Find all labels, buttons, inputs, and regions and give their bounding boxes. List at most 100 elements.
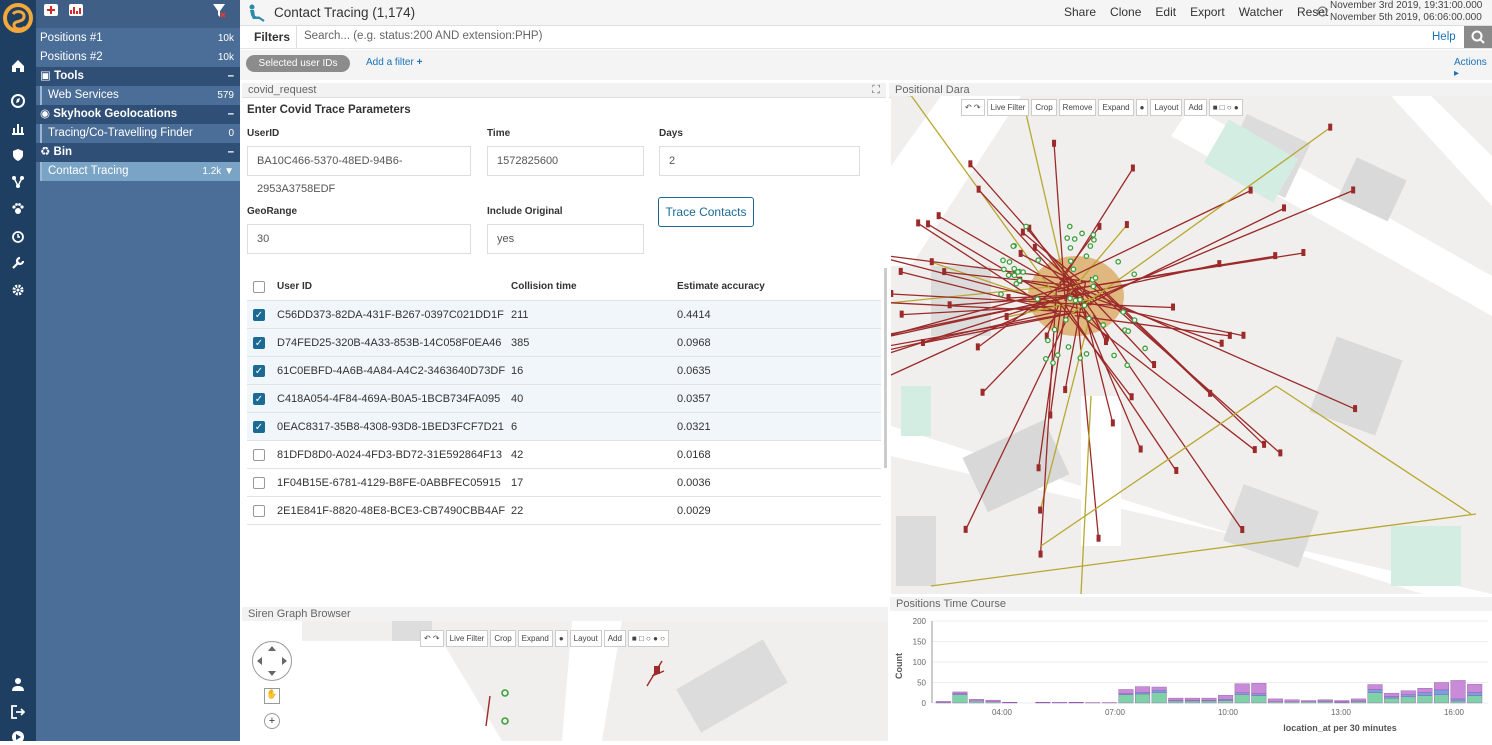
column-header[interactable]: Estimate accuracy: [677, 273, 765, 301]
person-node-icon[interactable]: [1301, 249, 1305, 256]
table-row[interactable]: 81DFD8D0-A024-4FD3-BD72-31E592864F13420.…: [247, 441, 881, 469]
sidebar-item-positions-2[interactable]: Positions #210k: [36, 48, 240, 67]
export-button[interactable]: Export: [1190, 5, 1225, 19]
map-marker[interactable]: [1093, 276, 1097, 280]
map-marker[interactable]: [1078, 298, 1082, 302]
table-row[interactable]: ✓0EAC8317-35B8-4308-93D8-1BED3FCF7D2160.…: [247, 413, 881, 441]
map-marker[interactable]: [1036, 258, 1040, 262]
graph-browser[interactable]: ✋ + ↶ ↷ Live Filter Crop Expand ● Layout…: [242, 621, 888, 741]
wrench-icon[interactable]: [10, 255, 26, 271]
person-node-icon[interactable]: [1111, 419, 1115, 426]
map-marker[interactable]: [1082, 303, 1086, 307]
person-node-icon[interactable]: [921, 339, 925, 346]
map-marker[interactable]: [1087, 316, 1091, 320]
person-node-icon[interactable]: [1351, 186, 1355, 193]
expand-button[interactable]: Expand: [1098, 99, 1133, 116]
map-marker[interactable]: [1132, 318, 1136, 322]
map-marker[interactable]: [1024, 224, 1028, 228]
map-canvas[interactable]: [891, 96, 1492, 594]
scrollbar[interactable]: [884, 268, 887, 468]
add-button[interactable]: Add: [604, 630, 626, 647]
person-node-icon[interactable]: [1171, 304, 1175, 311]
person-node-icon[interactable]: [1253, 446, 1257, 453]
person-node-icon[interactable]: [1131, 165, 1135, 172]
add-button[interactable]: Add: [1184, 99, 1206, 116]
map-marker[interactable]: [1116, 260, 1120, 264]
filter-funnel-icon[interactable]: [212, 3, 226, 22]
person-node-icon[interactable]: [1282, 204, 1286, 211]
map-marker[interactable]: [1001, 258, 1005, 262]
person-node-icon[interactable]: [916, 219, 920, 226]
hand-icon[interactable]: ✋: [264, 688, 280, 704]
map-marker[interactable]: [1007, 260, 1011, 264]
include-original-input[interactable]: yes: [487, 224, 644, 254]
map-marker[interactable]: [1101, 323, 1105, 327]
crop-button[interactable]: Crop: [490, 630, 515, 647]
map-marker[interactable]: [1052, 327, 1056, 331]
person-node-icon[interactable]: [937, 212, 941, 219]
person-node-icon[interactable]: [1328, 124, 1332, 131]
add-dashboard-icon[interactable]: [44, 4, 58, 16]
map-marker[interactable]: [1088, 244, 1092, 248]
table-row[interactable]: ✓C56DD373-82DA-431F-B267-0397C021DD1F211…: [247, 301, 881, 329]
map-marker[interactable]: [1143, 346, 1147, 350]
person-node-icon[interactable]: [1130, 393, 1134, 400]
map-marker[interactable]: [1112, 353, 1116, 357]
map-extra-tools[interactable]: ■ □ ○ ●: [1209, 99, 1243, 116]
person-node-icon[interactable]: [899, 268, 903, 275]
play-icon[interactable]: [10, 729, 26, 745]
dashboard-chart-icon[interactable]: [69, 4, 83, 16]
paw-icon[interactable]: [10, 201, 26, 217]
undo-button[interactable]: ↶ ↷: [420, 630, 444, 647]
expand-button[interactable]: Expand: [518, 630, 553, 647]
search-input[interactable]: Search... (e.g. status:200 AND extension…: [304, 30, 542, 42]
person-node-icon[interactable]: [1038, 507, 1042, 514]
zoom-in-icon[interactable]: +: [264, 713, 280, 729]
person-node-icon[interactable]: [1278, 449, 1282, 456]
map-marker[interactable]: [1016, 270, 1020, 274]
row-checkbox[interactable]: ✓: [253, 365, 265, 377]
map-marker[interactable]: [1035, 297, 1039, 301]
collapse-icon[interactable]: –: [228, 67, 234, 86]
live-filter-button[interactable]: Live Filter: [446, 630, 489, 647]
row-checkbox[interactable]: ✓: [253, 309, 265, 321]
map-marker[interactable]: [1051, 361, 1055, 365]
map-marker[interactable]: [1066, 345, 1070, 349]
sidebar-group-skyhook[interactable]: ◉ Skyhook Geolocations–: [36, 105, 240, 124]
sidebar-item-contact-tracing[interactable]: Contact Tracing1.2k ▼: [40, 162, 240, 181]
person-node-icon[interactable]: [1228, 332, 1232, 339]
filter-pill-selected-users[interactable]: Selected user IDs: [246, 55, 350, 72]
home-icon[interactable]: [10, 58, 26, 74]
positional-map[interactable]: ↶ ↷ Live Filter Crop Remove Expand ● Lay…: [891, 96, 1492, 594]
person-node-icon[interactable]: [1048, 411, 1052, 418]
map-marker[interactable]: [1006, 273, 1010, 277]
person-node-icon[interactable]: [1262, 441, 1266, 448]
layout-button[interactable]: Layout: [570, 630, 602, 647]
bar-chart-icon[interactable]: [10, 120, 26, 136]
collapse-icon[interactable]: –: [228, 143, 234, 162]
edit-button[interactable]: Edit: [1155, 5, 1176, 19]
table-row[interactable]: ✓C418A054-4F84-469A-B0A5-1BCB734FA095400…: [247, 385, 881, 413]
sidebar-group-bin[interactable]: ♻ Bin–: [36, 143, 240, 162]
person-node-icon[interactable]: [964, 526, 968, 533]
person-node-icon[interactable]: [1052, 140, 1056, 147]
person-node-icon[interactable]: [976, 343, 980, 350]
person-node-icon[interactable]: [1005, 313, 1009, 320]
sidebar-item-web-services[interactable]: Web Services579: [40, 86, 240, 105]
map-marker[interactable]: [1080, 231, 1084, 235]
app-logo-icon[interactable]: [2, 2, 34, 34]
select-all-checkbox[interactable]: [253, 281, 265, 293]
trace-contacts-button[interactable]: Trace Contacts: [658, 197, 754, 227]
person-node-icon[interactable]: [1152, 361, 1156, 368]
pan-control[interactable]: [252, 641, 292, 681]
compass-icon[interactable]: [10, 93, 26, 109]
column-header[interactable]: User ID: [277, 273, 312, 301]
person-node-icon[interactable]: [1353, 405, 1357, 412]
map-marker[interactable]: [1132, 272, 1136, 276]
bulb-icon[interactable]: ●: [1136, 99, 1149, 116]
undo-button[interactable]: ↶ ↷: [961, 99, 985, 116]
map-marker[interactable]: [1092, 238, 1096, 242]
map-marker[interactable]: [1002, 267, 1006, 271]
add-filter-link[interactable]: Add a filter +: [366, 57, 422, 68]
row-checkbox[interactable]: ✓: [253, 421, 265, 433]
